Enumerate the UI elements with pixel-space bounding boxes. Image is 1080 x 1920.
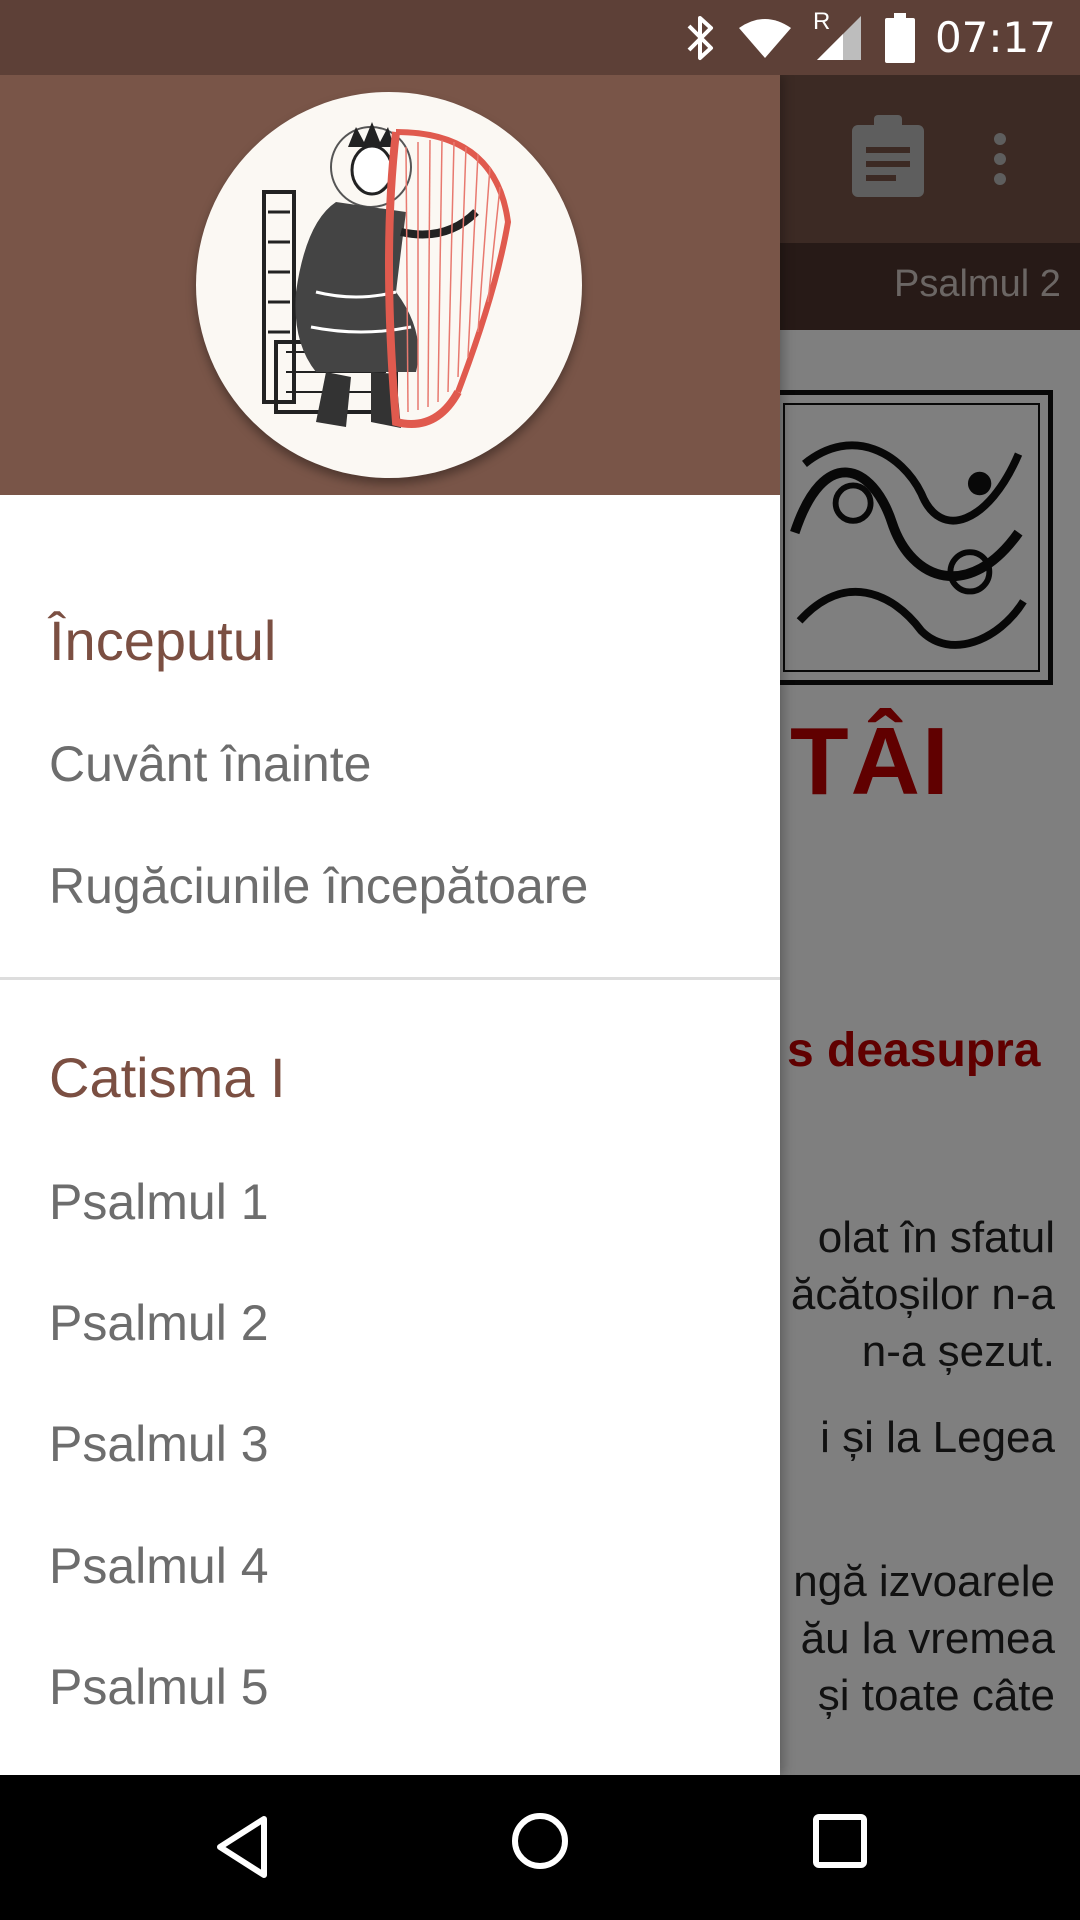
recents-icon[interactable]: [812, 1813, 868, 1874]
menu-item-psalmul-5[interactable]: Psalmul 5: [49, 1658, 269, 1716]
bluetooth-icon: [687, 15, 713, 60]
menu-item-cuvant-inainte[interactable]: Cuvânt înainte: [49, 735, 371, 793]
system-nav-bar: [0, 1775, 1080, 1920]
section-header-catisma-1: Catisma I: [49, 1046, 286, 1109]
menu-item-psalmul-1[interactable]: Psalmul 1: [49, 1173, 269, 1231]
navigation-drawer: Începutul Cuvânt înainte Rugăciunile înc…: [0, 75, 780, 1775]
home-icon[interactable]: [510, 1811, 570, 1876]
menu-item-psalmul-3[interactable]: Psalmul 3: [49, 1415, 269, 1473]
drawer-header: [0, 75, 780, 495]
king-david-harp-logo: [196, 92, 582, 478]
wifi-icon: [738, 18, 791, 58]
network-label: R: [812, 7, 831, 35]
battery-icon: [884, 12, 915, 63]
section-divider: [0, 977, 780, 980]
menu-item-psalmul-2[interactable]: Psalmul 2: [49, 1294, 269, 1352]
cell-signal-icon: R: [813, 8, 865, 62]
clock: 07:17: [934, 13, 1056, 62]
menu-item-rugaciunile-incepatoare[interactable]: Rugăciunile începătoare: [49, 857, 588, 915]
section-header-inceputul: Începutul: [49, 609, 277, 672]
back-icon[interactable]: [214, 1815, 270, 1884]
status-bar: R 07:17: [0, 0, 1080, 75]
menu-item-psalmul-4[interactable]: Psalmul 4: [49, 1537, 269, 1595]
